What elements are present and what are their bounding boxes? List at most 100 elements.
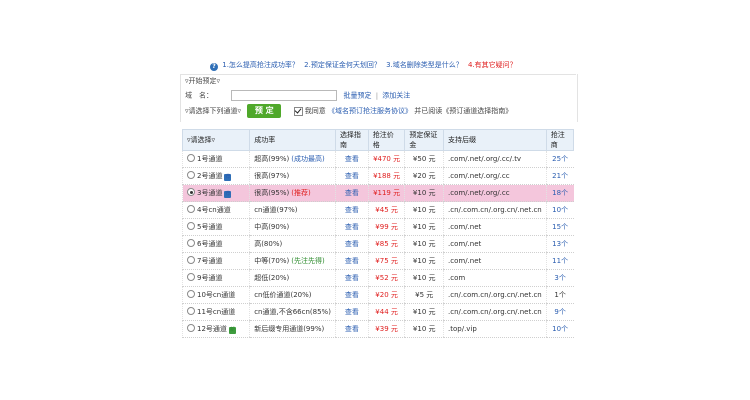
header-guide: 选择指南: [334, 129, 369, 151]
rate-note: (先注先得): [291, 257, 325, 265]
table-row[interactable]: 10号cn通道 cn低价通道(20%) 查看 ¥20 元 ¥5 元 .cn/.com.cn…: [181, 286, 574, 304]
view-guide-link[interactable]: 查看: [345, 257, 359, 265]
deposit-cell: ¥10 元: [404, 235, 444, 253]
price-cell: ¥85 元: [367, 235, 405, 253]
registrar-count-link[interactable]: 10个: [552, 325, 568, 333]
channel-cell: 4号cn通道: [181, 201, 250, 219]
guide-cell: 查看: [334, 235, 369, 253]
success-rate-cell: 高(80%): [249, 235, 336, 253]
view-guide-link[interactable]: 查看: [345, 172, 359, 180]
suffix-value: .com/.net: [448, 257, 482, 265]
suffix-cell: .cn/.com.cn/.org.cn/.net.cn: [443, 303, 547, 321]
price-cell: ¥119 元: [367, 184, 405, 202]
view-guide-link[interactable]: 查看: [345, 308, 359, 316]
view-guide-link[interactable]: 查看: [345, 325, 359, 333]
suffix-cell: .cn/.com.cn/.org.cn/.net.cn: [443, 286, 547, 304]
channel-radio[interactable]: [187, 222, 195, 230]
suffix-cell: .com/.net/.org/.cc: [443, 167, 547, 185]
link-separator: |: [375, 91, 379, 100]
agree-checkbox[interactable]: [293, 106, 303, 116]
view-guide-link[interactable]: 查看: [345, 223, 359, 231]
registrar-count-link[interactable]: 13个: [552, 240, 568, 248]
success-rate-cell: cn通道(97%): [249, 201, 336, 219]
channel-radio[interactable]: [187, 256, 195, 264]
registrar-count-link[interactable]: 1个: [554, 291, 565, 299]
deposit-cell: ¥20 元: [404, 167, 444, 185]
table-row[interactable]: 1号通道 超高(99%) (成功最高) 查看 ¥470 元 ¥50 元 .com/.net/…: [181, 150, 574, 168]
table-row[interactable]: 2号通道荐很高(97%) 查看 ¥188 元 ¥20 元 .com/.net/.org/…: [181, 167, 574, 185]
registrar-count-link[interactable]: 3个: [554, 274, 565, 282]
success-rate-cell: cn通道,不含66cn(85%): [249, 303, 336, 321]
channel-name: 11号cn通道: [197, 308, 236, 316]
suffix-cell: .com/.net: [443, 235, 547, 253]
channel-badge: 荐: [224, 174, 232, 181]
registrar-count-cell: 15个: [545, 218, 574, 236]
domain-input[interactable]: [231, 90, 338, 101]
channel-name: 4号cn通道: [197, 206, 231, 214]
table-row[interactable]: 3号通道荐很高(95%) (推荐) 查看 ¥119 元 ¥10 元 .com/.net/.…: [181, 184, 574, 202]
suffix-value: .cn/.com.cn/.org.cn/.net.cn: [448, 291, 542, 299]
registrar-count-link[interactable]: 11个: [552, 257, 568, 265]
bulk-booking-link[interactable]: 批量预定: [343, 92, 371, 100]
channel-radio[interactable]: [187, 154, 195, 162]
channel-radio[interactable]: [187, 273, 195, 281]
channel-radio[interactable]: [187, 171, 195, 179]
success-rate: 超高(99%): [254, 155, 290, 163]
faq-link-3[interactable]: 3.域名删除类型是什么？: [386, 61, 463, 69]
registrar-count-link[interactable]: 10个: [552, 206, 568, 214]
registrar-count-cell: 9个: [545, 303, 574, 321]
channel-cell: 9号通道: [181, 269, 250, 287]
suffix-value: .com/.net: [448, 223, 482, 231]
add-focus-link[interactable]: 添加关注: [382, 92, 410, 100]
success-rate-cell: 中等(70%) (先注先得): [249, 252, 336, 270]
price-cell: ¥20 元: [367, 286, 405, 304]
agreement-link[interactable]: 《域名预订抢注服务协议》: [328, 107, 412, 115]
faq-link-2[interactable]: 2.预定保证金何天划回？: [304, 61, 381, 69]
table-row[interactable]: 4号cn通道 cn通道(97%) 查看 ¥45 元 ¥10 元 .cn/.com.cn/.…: [181, 201, 574, 219]
channel-radio[interactable]: [187, 290, 195, 298]
table-row[interactable]: 6号通道 高(80%) 查看 ¥85 元 ¥10 元 .com/.net 13个: [181, 235, 574, 253]
book-button[interactable]: 预 定: [247, 104, 282, 118]
channel-radio[interactable]: [187, 324, 195, 332]
view-guide-link[interactable]: 查看: [345, 240, 359, 248]
table-row[interactable]: 12号通道新新后缀专用通道(99%) 查看 ¥39 元 ¥10 元 .top/.vip 1…: [181, 320, 574, 338]
view-guide-link[interactable]: 查看: [345, 206, 359, 214]
table-row[interactable]: 11号cn通道 cn通道,不含66cn(85%) 查看 ¥44 元 ¥10 元 .cn/.…: [181, 303, 574, 321]
registrar-count-link[interactable]: 9个: [554, 308, 565, 316]
price-cell: ¥45 元: [367, 201, 405, 219]
faq-link-1[interactable]: 1.怎么提高抢注成功率？: [222, 61, 299, 69]
price-value: ¥188 元: [373, 172, 401, 180]
view-guide-link[interactable]: 查看: [345, 189, 359, 197]
agree-prefix: 我同意: [304, 107, 326, 115]
channel-radio[interactable]: [187, 205, 195, 213]
table-row[interactable]: 9号通道 超低(20%) 查看 ¥52 元 ¥10 元 .com 3个: [181, 269, 574, 287]
price-cell: ¥75 元: [367, 252, 405, 270]
success-rate: cn通道(97%): [254, 206, 298, 214]
deposit-value: ¥10 元: [412, 257, 436, 265]
suffix-value: .top/.vip: [448, 325, 477, 333]
channel-name: 9号通道: [197, 274, 223, 282]
view-guide-link[interactable]: 查看: [345, 155, 359, 163]
price-cell: ¥52 元: [367, 269, 405, 287]
suffix-cell: .top/.vip: [443, 320, 547, 338]
channel-radio[interactable]: [187, 188, 195, 196]
price-value: ¥99 元: [375, 223, 398, 231]
channel-radio[interactable]: [187, 239, 195, 247]
channel-badge: 新: [228, 327, 236, 334]
table-row[interactable]: 5号通道 中高(90%) 查看 ¥99 元 ¥10 元 .com/.net 15个: [181, 218, 574, 236]
registrar-count-link[interactable]: 25个: [552, 155, 568, 163]
price-value: ¥45 元: [375, 206, 398, 214]
suffix-cell: .com: [443, 269, 547, 287]
rate-note: (推荐): [291, 189, 311, 197]
registrar-count-link[interactable]: 15个: [552, 223, 568, 231]
table-row[interactable]: 7号通道 中等(70%) (先注先得) 查看 ¥75 元 ¥10 元 .com/.net 11…: [181, 252, 574, 270]
view-guide-link[interactable]: 查看: [345, 291, 359, 299]
header-select: ▿请选择▿: [181, 129, 251, 151]
success-rate: cn通道,不含66cn(85%): [254, 308, 331, 316]
registrar-count-link[interactable]: 18个: [552, 189, 568, 197]
channel-radio[interactable]: [187, 307, 195, 315]
view-guide-link[interactable]: 查看: [345, 274, 359, 282]
faq-link-4[interactable]: 4.有其它疑问？: [468, 61, 517, 69]
registrar-count-link[interactable]: 21个: [552, 172, 568, 180]
booking-form: ▿开始预定▿ 域 名： 批量预定 | 添加关注 ▿请选择下列通道▿ 预 定 我同…: [180, 74, 578, 122]
